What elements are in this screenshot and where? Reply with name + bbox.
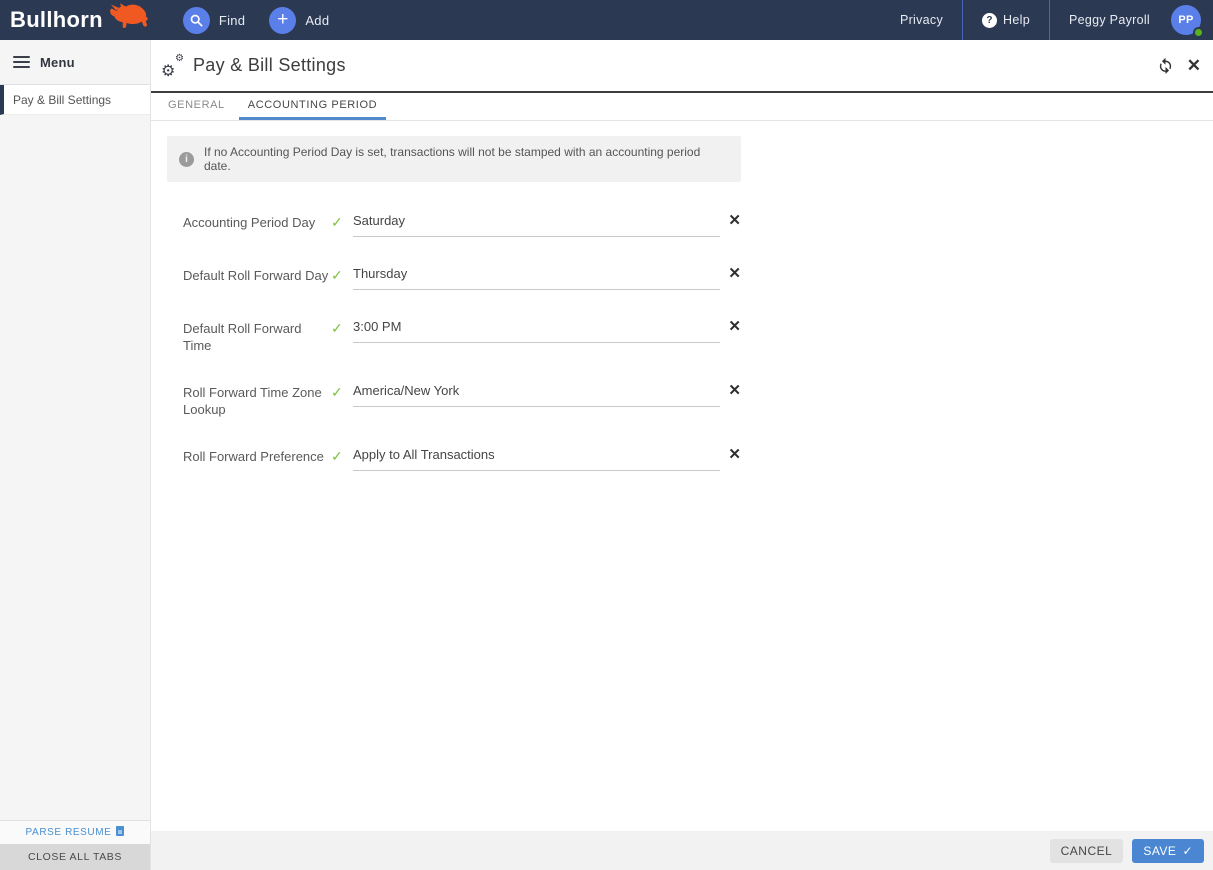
info-banner-text: If no Accounting Period Day is set, tran… [204,145,701,173]
valid-check-icon: ✓ [331,267,343,283]
form-row-roll-forward-preference: Roll Forward Preference ✓ Apply to All T… [183,447,741,471]
field-label: Default Roll Forward Time [183,321,302,353]
user-avatar[interactable]: PP [1171,5,1204,38]
form-row-accounting-period-day: Accounting Period Day ✓ Saturday ✕ [183,213,741,237]
settings-gears-icon: ⚙ ⚙ [161,52,184,80]
search-icon [182,6,210,34]
menu-label: Menu [40,54,75,70]
valid-check-icon: ✓ [331,448,343,464]
cancel-button[interactable]: CANCEL [1049,838,1124,863]
page-title: Pay & Bill Settings [193,55,346,75]
sidebar: Menu Pay & Bill Settings PARSE RESUME CL… [0,40,151,870]
valid-check-icon: ✓ [331,214,343,230]
save-check-icon: ✓ [1182,843,1193,858]
info-banner: i If no Accounting Period Day is set, tr… [167,136,741,182]
clear-field-icon[interactable]: ✕ [728,213,741,229]
valid-check-icon: ✓ [331,384,343,400]
settings-form: Accounting Period Day ✓ Saturday ✕ Defau… [183,213,741,471]
save-label: SAVE [1143,843,1177,858]
valid-check-icon: ✓ [331,320,343,336]
add-label: Add [305,12,330,28]
bull-logo-icon [107,2,149,37]
roll-forward-preference-input[interactable]: Apply to All Transactions ✕ [353,447,741,471]
page-header: ⚙ ⚙ Pay & Bill Settings ✕ [151,40,1213,93]
hamburger-icon [13,56,30,68]
default-roll-forward-time-input[interactable]: 3:00 PM ✕ [353,319,741,343]
close-all-tabs-button[interactable]: CLOSE ALL TABS [0,844,150,870]
tab-general[interactable]: GENERAL [159,93,234,120]
plus-icon: + [269,6,297,34]
sidebar-item-pay-bill-settings[interactable]: Pay & Bill Settings [0,85,150,115]
top-navbar: Bullhorn Find + Add Privacy ? Help Peggy… [0,0,1213,40]
info-icon: i [179,151,194,167]
action-bar: CANCEL SAVE ✓ [151,831,1213,870]
field-label: Roll Forward Time Zone Lookup [183,385,322,417]
help-icon: ? [982,12,998,28]
field-value: Apply to All Transactions [353,447,495,462]
field-value: 3:00 PM [353,319,402,334]
close-tab-icon[interactable]: ✕ [1187,57,1201,74]
form-row-default-roll-forward-time: Default Roll Forward Time ✓ 3:00 PM ✕ [183,319,741,354]
accounting-period-day-input[interactable]: Saturday ✕ [353,213,741,237]
field-value: Saturday [353,213,406,228]
add-button[interactable]: + Add [269,6,330,34]
clear-field-icon[interactable]: ✕ [728,319,741,335]
bullhorn-logo[interactable]: Bullhorn [0,2,159,37]
field-label: Roll Forward Preference [183,449,324,464]
help-label: Help [1003,13,1030,27]
brand-name: Bullhorn [10,7,103,32]
tabs-bar: GENERAL ACCOUNTING PERIOD [151,93,1213,121]
clear-field-icon[interactable]: ✕ [728,447,741,463]
parse-resume-button[interactable]: PARSE RESUME [0,820,150,844]
form-row-roll-forward-time-zone: Roll Forward Time Zone Lookup ✓ America/… [183,383,741,418]
field-label: Accounting Period Day [183,215,316,230]
privacy-link[interactable]: Privacy [881,0,962,40]
default-roll-forward-day-input[interactable]: Thursday ✕ [353,266,741,290]
tab-accounting-period[interactable]: ACCOUNTING PERIOD [238,93,387,120]
field-label: Default Roll Forward Day [183,268,329,283]
help-link[interactable]: ? Help [963,0,1049,40]
find-button[interactable]: Find [182,6,246,34]
close-all-tabs-label: CLOSE ALL TABS [28,851,122,863]
parse-resume-label: PARSE RESUME [25,827,112,838]
user-name[interactable]: Peggy Payroll [1050,0,1169,40]
find-label: Find [218,12,246,28]
document-icon [116,826,125,839]
save-button[interactable]: SAVE ✓ [1132,838,1204,863]
refresh-icon[interactable] [1157,57,1174,74]
roll-forward-time-zone-input[interactable]: America/New York ✕ [353,383,741,407]
sidebar-item-label: Pay & Bill Settings [13,92,112,107]
tab-content: i If no Accounting Period Day is set, tr… [151,121,1213,831]
main-panel: ⚙ ⚙ Pay & Bill Settings ✕ GENERAL ACCOUN… [151,40,1213,870]
online-status-dot [1193,27,1204,38]
field-value: America/New York [353,383,460,398]
clear-field-icon[interactable]: ✕ [728,383,741,399]
sidebar-empty-area [0,115,150,820]
menu-toggle[interactable]: Menu [0,40,150,85]
clear-field-icon[interactable]: ✕ [728,266,741,282]
form-row-default-roll-forward-day: Default Roll Forward Day ✓ Thursday ✕ [183,266,741,290]
field-value: Thursday [353,266,408,281]
